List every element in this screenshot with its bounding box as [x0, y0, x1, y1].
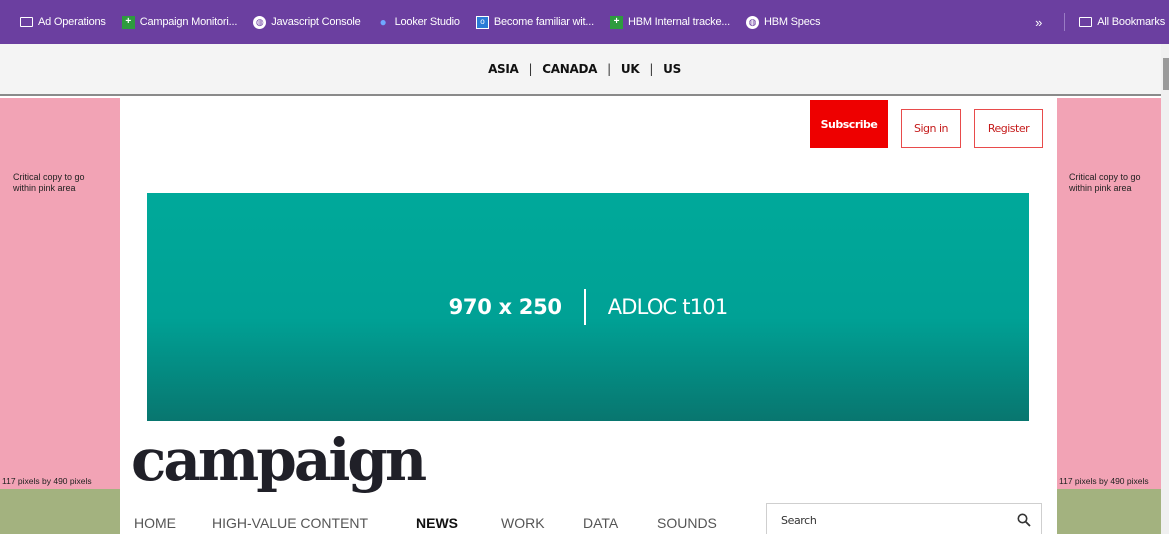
search-input[interactable]	[781, 514, 1011, 527]
skin-dimensions: 117 pixels by 490 pixels	[1059, 476, 1149, 486]
edition-us[interactable]: US	[653, 62, 691, 76]
bookmark-javascript-console[interactable]: ◍ Javascript Console	[253, 15, 361, 29]
register-button[interactable]: Register	[974, 109, 1043, 148]
right-skin-footer	[1057, 489, 1161, 534]
skin-copy: Critical copy to go within pink area	[1069, 172, 1141, 193]
nav-work[interactable]: WORK	[501, 515, 583, 531]
bookmarks-list: Ad Operations + Campaign Monitori... ◍ J…	[0, 0, 1169, 44]
nav-home[interactable]: HOME	[134, 515, 212, 531]
nav-high-value-content[interactable]: HIGH-VALUE CONTENT	[212, 515, 416, 531]
bookmark-label: Become familiar wit...	[493, 16, 594, 28]
bookmark-ad-operations[interactable]: Ad Operations	[20, 16, 106, 28]
edition-bar: ASIA | CANADA | UK | US	[0, 44, 1169, 96]
bookmark-label: HBM Specs	[763, 16, 821, 28]
left-skin-ad[interactable]: Critical copy to go within pink area 117…	[0, 98, 120, 489]
looker-icon: ●	[379, 15, 387, 29]
campaign-logo[interactable]: campaign	[131, 420, 427, 500]
plus-icon: +	[609, 15, 623, 29]
search-icon[interactable]	[1017, 513, 1031, 527]
globe-icon: ◍	[253, 15, 267, 29]
bookmark-campaign-monitoring[interactable]: + Campaign Monitori...	[121, 15, 238, 29]
bookmark-label: Ad Operations	[38, 16, 106, 28]
ad-divider	[583, 289, 586, 325]
sign-in-button[interactable]: Sign in	[901, 109, 961, 148]
right-skin-ad[interactable]: Critical copy to go within pink area 117…	[1057, 98, 1161, 489]
left-skin-footer	[0, 489, 120, 534]
bookmark-looker-studio[interactable]: ● Looker Studio	[377, 15, 461, 29]
outlook-icon: o	[475, 15, 489, 29]
bookmarks-right: » All Bookmarks	[1035, 0, 1165, 44]
folder-icon	[20, 17, 33, 27]
nav-data[interactable]: DATA	[583, 515, 657, 531]
folder-icon	[1079, 17, 1093, 27]
globe-icon: ◍	[745, 15, 759, 29]
skin-copy: Critical copy to go within pink area	[13, 172, 85, 193]
main-nav: HOME HIGH-VALUE CONTENT NEWS WORK DATA S…	[134, 512, 717, 534]
all-bookmarks-button[interactable]: All Bookmarks	[1079, 16, 1165, 28]
bookmark-label: Campaign Monitori...	[139, 16, 238, 28]
ad-size-label: 970 x 250	[448, 295, 562, 319]
ad-location-label: ADLOC t101	[607, 295, 728, 319]
bookmark-become-familiar[interactable]: o Become familiar wit...	[475, 15, 594, 29]
bookmarks-bar: Ad Operations + Campaign Monitori... ◍ J…	[0, 0, 1169, 44]
bookmark-label: HBM Internal tracke...	[627, 16, 730, 28]
scrollbar-thumb[interactable]	[1163, 58, 1169, 90]
nav-sounds[interactable]: SOUNDS	[657, 515, 717, 531]
bookmark-hbm-internal[interactable]: + HBM Internal tracke...	[609, 15, 730, 29]
bookmark-hbm-specs[interactable]: ◍ HBM Specs	[745, 15, 821, 29]
search-box	[766, 503, 1042, 534]
skin-dimensions: 117 pixels by 490 pixels	[2, 476, 92, 486]
scrollbar-track[interactable]	[1161, 44, 1169, 534]
divider	[1064, 13, 1066, 31]
edition-canada[interactable]: CANADA	[532, 62, 607, 76]
more-bookmarks-button[interactable]: »	[1035, 15, 1042, 30]
plus-icon: +	[121, 15, 135, 29]
nav-news[interactable]: NEWS	[416, 515, 501, 531]
edition-uk[interactable]: UK	[611, 62, 649, 76]
billboard-ad[interactable]: 970 x 250 ADLOC t101	[147, 193, 1029, 421]
bookmark-label: Looker Studio	[394, 16, 460, 28]
subscribe-button[interactable]: Subscribe	[810, 100, 888, 148]
edition-asia[interactable]: ASIA	[478, 62, 528, 76]
all-bookmarks-label: All Bookmarks	[1097, 16, 1165, 28]
bookmark-label: Javascript Console	[271, 16, 361, 28]
